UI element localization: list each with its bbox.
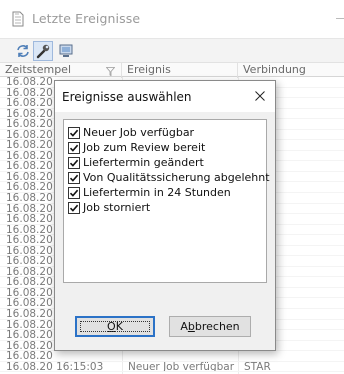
- refresh-icon[interactable]: [13, 41, 33, 61]
- event-checkbox-item[interactable]: Job storniert: [68, 201, 150, 214]
- focus-rectangle: [80, 321, 150, 332]
- checkbox-label: Neuer Job verfügbar: [83, 126, 195, 139]
- dialog-body: Neuer Job verfügbar Job zum Review bereit…: [55, 112, 275, 350]
- minimize-button[interactable]: [336, 18, 344, 19]
- cell-timestamp: 16.08.20 16:15:03: [6, 361, 104, 373]
- cell-timestamp: 16.08.20: [6, 171, 53, 183]
- checkbox[interactable]: [68, 171, 80, 184]
- monitor-icon[interactable]: [56, 41, 76, 61]
- cancel-button[interactable]: Abbrechen: [169, 316, 251, 337]
- cell-timestamp: 16.08.20: [6, 277, 53, 288]
- checkbox-label: Von Qualitätssicherung abgelehnt: [83, 171, 270, 184]
- cell-timestamp: 16.08.20: [6, 214, 53, 225]
- cell-timestamp: 16.08.20: [6, 193, 53, 204]
- cancel-label: Abbrechen: [180, 320, 240, 333]
- cell-timestamp: 16.08.20: [6, 287, 53, 299]
- window-title: Letzte Ereignisse: [32, 11, 141, 26]
- cell-timestamp: 16.08.20: [6, 182, 53, 194]
- title-bar: Letzte Ereignisse: [0, 0, 344, 38]
- cell-timestamp: 16.08.20: [6, 298, 53, 310]
- select-events-dialog: Ereignisse auswählen Neuer Job verfügbar…: [54, 80, 276, 351]
- column-header-timestamp[interactable]: Zeitstempel: [0, 63, 122, 78]
- table-row[interactable]: 16.08.20 16:15:03 Neuer Job verfügbar STAR: [0, 362, 344, 373]
- cell-timestamp: 16.08.20: [6, 330, 53, 341]
- event-checkbox-item[interactable]: Liefertermin geändert: [68, 156, 204, 169]
- cell-timestamp: 16.08.20: [6, 351, 53, 362]
- table-row[interactable]: 16.08.20: [0, 351, 344, 362]
- event-checklist: Neuer Job verfügbar Job zum Review bereit…: [63, 119, 270, 283]
- close-icon[interactable]: [251, 87, 269, 105]
- checkbox-label: Job zum Review bereit: [83, 141, 206, 154]
- cell-timestamp: 16.08.20: [6, 340, 53, 352]
- cell-timestamp: 16.08.20: [6, 309, 53, 320]
- event-checkbox-item[interactable]: Job zum Review bereit: [68, 141, 205, 154]
- cell-timestamp: 16.08.20: [6, 161, 53, 172]
- dialog-title: Ereignisse auswählen: [62, 90, 192, 104]
- checkbox-label: Liefertermin geändert: [83, 156, 204, 169]
- cell-timestamp: 16.08.20: [6, 119, 53, 130]
- cell-timestamp: 16.08.20: [6, 203, 53, 215]
- event-checkbox-item[interactable]: Liefertermin in 24 Stunden: [68, 186, 231, 199]
- checkbox[interactable]: [68, 186, 80, 199]
- checkbox[interactable]: [68, 126, 80, 139]
- cell-timestamp: 16.08.20: [6, 108, 53, 120]
- cell-timestamp: 16.08.20: [6, 129, 53, 141]
- cell-timestamp: 16.08.20: [6, 266, 53, 278]
- column-header-event[interactable]: Ereignis: [122, 63, 238, 78]
- checkbox-label: Liefertermin in 24 Stunden: [83, 186, 231, 199]
- checkbox-label: Job storniert: [83, 201, 151, 214]
- cell-timestamp: 16.08.20: [6, 224, 53, 236]
- checkbox[interactable]: [68, 156, 80, 169]
- cell-timestamp: 16.08.20: [6, 319, 53, 331]
- toolbar: [0, 38, 344, 62]
- settings-wrench-icon[interactable]: [33, 41, 53, 61]
- table-header: Zeitstempel Ereignis Verbindung: [0, 62, 344, 78]
- cell-timestamp: 16.08.20: [6, 235, 53, 246]
- checkbox[interactable]: [68, 141, 80, 154]
- cell-timestamp: 16.08.20: [6, 256, 53, 267]
- cell-connection: STAR: [244, 361, 271, 373]
- cell-timestamp: 16.08.20: [6, 245, 53, 257]
- checkbox[interactable]: [68, 201, 80, 214]
- cell-timestamp: 16.08.20: [6, 140, 53, 151]
- cell-timestamp: 16.08.20: [6, 150, 53, 162]
- cell-event: Neuer Job verfügbar: [128, 361, 235, 373]
- cell-timestamp: 16.08.20: [6, 98, 53, 109]
- event-checkbox-item[interactable]: Neuer Job verfügbar: [68, 126, 194, 139]
- ok-button[interactable]: OK: [75, 316, 155, 337]
- event-checkbox-item[interactable]: Von Qualitätssicherung abgelehnt: [68, 171, 270, 184]
- cell-timestamp: 16.08.20: [6, 87, 53, 99]
- cell-timestamp: 16.08.20: [6, 77, 53, 88]
- document-icon: [11, 11, 25, 27]
- column-header-connection[interactable]: Verbindung: [238, 63, 344, 78]
